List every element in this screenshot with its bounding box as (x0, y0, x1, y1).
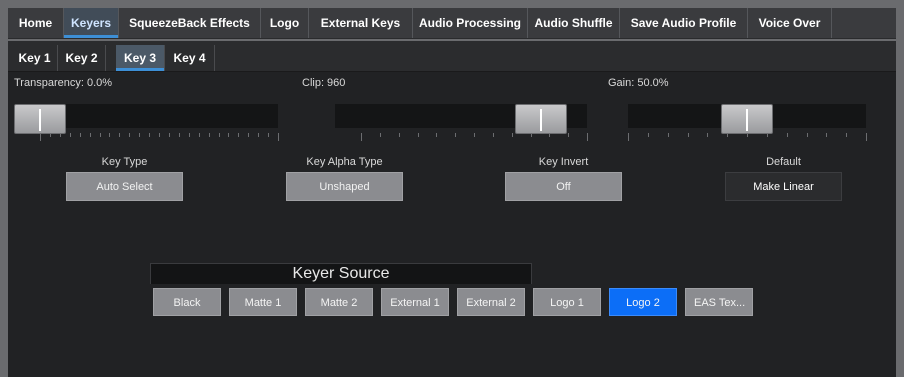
scale-tick (278, 133, 279, 141)
scale-tick (688, 133, 689, 137)
scale-tick (568, 133, 569, 137)
scale-tick (866, 133, 867, 141)
scale-tick (179, 133, 180, 137)
scale-tick (399, 133, 400, 137)
scale-tick (268, 133, 269, 137)
scale-tick (209, 133, 210, 137)
scale-tick (219, 133, 220, 137)
tab-voice-over[interactable]: Voice Over (748, 8, 832, 38)
scale-tick (169, 133, 170, 137)
key-invert-label: Key Invert (538, 156, 589, 168)
source-logo-2-button[interactable]: Logo 2 (609, 288, 677, 316)
scale-tick (50, 133, 51, 137)
scale-tick (129, 133, 130, 137)
scale-tick (807, 133, 808, 137)
clip-label: Clip: 960 (302, 77, 346, 89)
scale-tick (727, 133, 728, 137)
scale-tick (149, 133, 150, 137)
gain-label: Gain: 50.0% (608, 77, 669, 89)
source-logo-1-button[interactable]: Logo 1 (533, 288, 601, 316)
scale-tick (455, 133, 456, 137)
scale-tick (119, 133, 120, 137)
tab-key-1[interactable]: Key 1 (12, 45, 58, 71)
scale-tick (531, 133, 532, 137)
tab-key-4[interactable]: Key 4 (165, 45, 215, 71)
source-matte-1-button[interactable]: Matte 1 (229, 288, 297, 316)
source-black-button[interactable]: Black (153, 288, 221, 316)
key-alpha-type-button[interactable]: Unshaped (286, 172, 403, 201)
scale-tick (474, 133, 475, 137)
scale-tick (248, 133, 249, 137)
gain-scale (628, 133, 867, 141)
keyer-panel: Transparency: 0.0% Clip: 960 Gain: 50.0%… (8, 72, 896, 377)
scale-tick (648, 133, 649, 137)
scale-tick (90, 133, 91, 137)
transparency-slider-thumb[interactable] (14, 104, 66, 134)
make-linear-button[interactable]: Make Linear (725, 172, 842, 201)
scale-tick (159, 133, 160, 137)
scale-tick (258, 133, 259, 137)
source-external-2-button[interactable]: External 2 (457, 288, 525, 316)
scale-tick (846, 133, 847, 137)
scale-tick (707, 133, 708, 137)
tab-key-3[interactable]: Key 3 (116, 45, 165, 71)
tab-keyers[interactable]: Keyers (64, 8, 119, 38)
scale-tick (199, 133, 200, 137)
key-invert-button[interactable]: Off (505, 172, 622, 201)
key-alpha-type-label: Key Alpha Type (306, 156, 383, 168)
clip-slider-thumb[interactable] (515, 104, 567, 134)
source-eas-text-button[interactable]: EAS Tex... (685, 288, 753, 316)
scale-tick (767, 133, 768, 137)
scale-tick (787, 133, 788, 137)
main-tab-bar: Home Keyers SqueezeBack Effects Logo Ext… (8, 8, 896, 39)
clip-scale (361, 133, 588, 141)
tab-audio-processing[interactable]: Audio Processing (413, 8, 528, 38)
scale-tick (60, 133, 61, 137)
scale-tick (109, 133, 110, 137)
scale-tick (361, 133, 362, 141)
tab-audio-shuffle[interactable]: Audio Shuffle (528, 8, 620, 38)
tab-key-2[interactable]: Key 2 (58, 45, 106, 71)
scale-tick (436, 133, 437, 137)
scale-tick (80, 133, 81, 137)
scale-tick (493, 133, 494, 137)
scale-tick (587, 133, 588, 141)
tab-home[interactable]: Home (8, 8, 64, 38)
scale-tick (628, 133, 629, 141)
clip-slider-track[interactable] (335, 104, 587, 134)
scale-tick (549, 133, 550, 137)
keyer-source-header: Keyer Source (150, 263, 532, 284)
scale-tick (189, 133, 190, 137)
key-type-label: Key Type (101, 156, 148, 168)
gain-slider-thumb[interactable] (721, 104, 773, 134)
keyer-source-title: Keyer Source (292, 265, 390, 282)
scale-tick (228, 133, 229, 137)
tab-save-audio-profile[interactable]: Save Audio Profile (620, 8, 748, 38)
gain-slider-track[interactable] (628, 104, 866, 134)
scale-tick (826, 133, 827, 137)
transparency-label: Transparency: 0.0% (14, 77, 113, 89)
scale-tick (100, 133, 101, 137)
scale-tick (418, 133, 419, 137)
tab-external-keys[interactable]: External Keys (309, 8, 413, 38)
tab-logo[interactable]: Logo (261, 8, 309, 38)
scale-tick (139, 133, 140, 137)
key-tab-bar: Key 1 Key 2 Key 3 Key 4 (8, 41, 896, 72)
source-external-1-button[interactable]: External 1 (381, 288, 449, 316)
scale-tick (238, 133, 239, 137)
tab-squeezeback-effects[interactable]: SqueezeBack Effects (119, 8, 261, 38)
default-label: Default (766, 156, 801, 168)
scale-tick (40, 133, 41, 141)
scale-tick (380, 133, 381, 137)
scale-tick (747, 133, 748, 137)
scale-tick (512, 133, 513, 137)
source-matte-2-button[interactable]: Matte 2 (305, 288, 373, 316)
scale-tick (668, 133, 669, 137)
key-type-button[interactable]: Auto Select (66, 172, 183, 201)
transparency-slider-track[interactable] (14, 104, 278, 134)
scale-tick (70, 133, 71, 137)
transparency-scale (40, 133, 279, 141)
